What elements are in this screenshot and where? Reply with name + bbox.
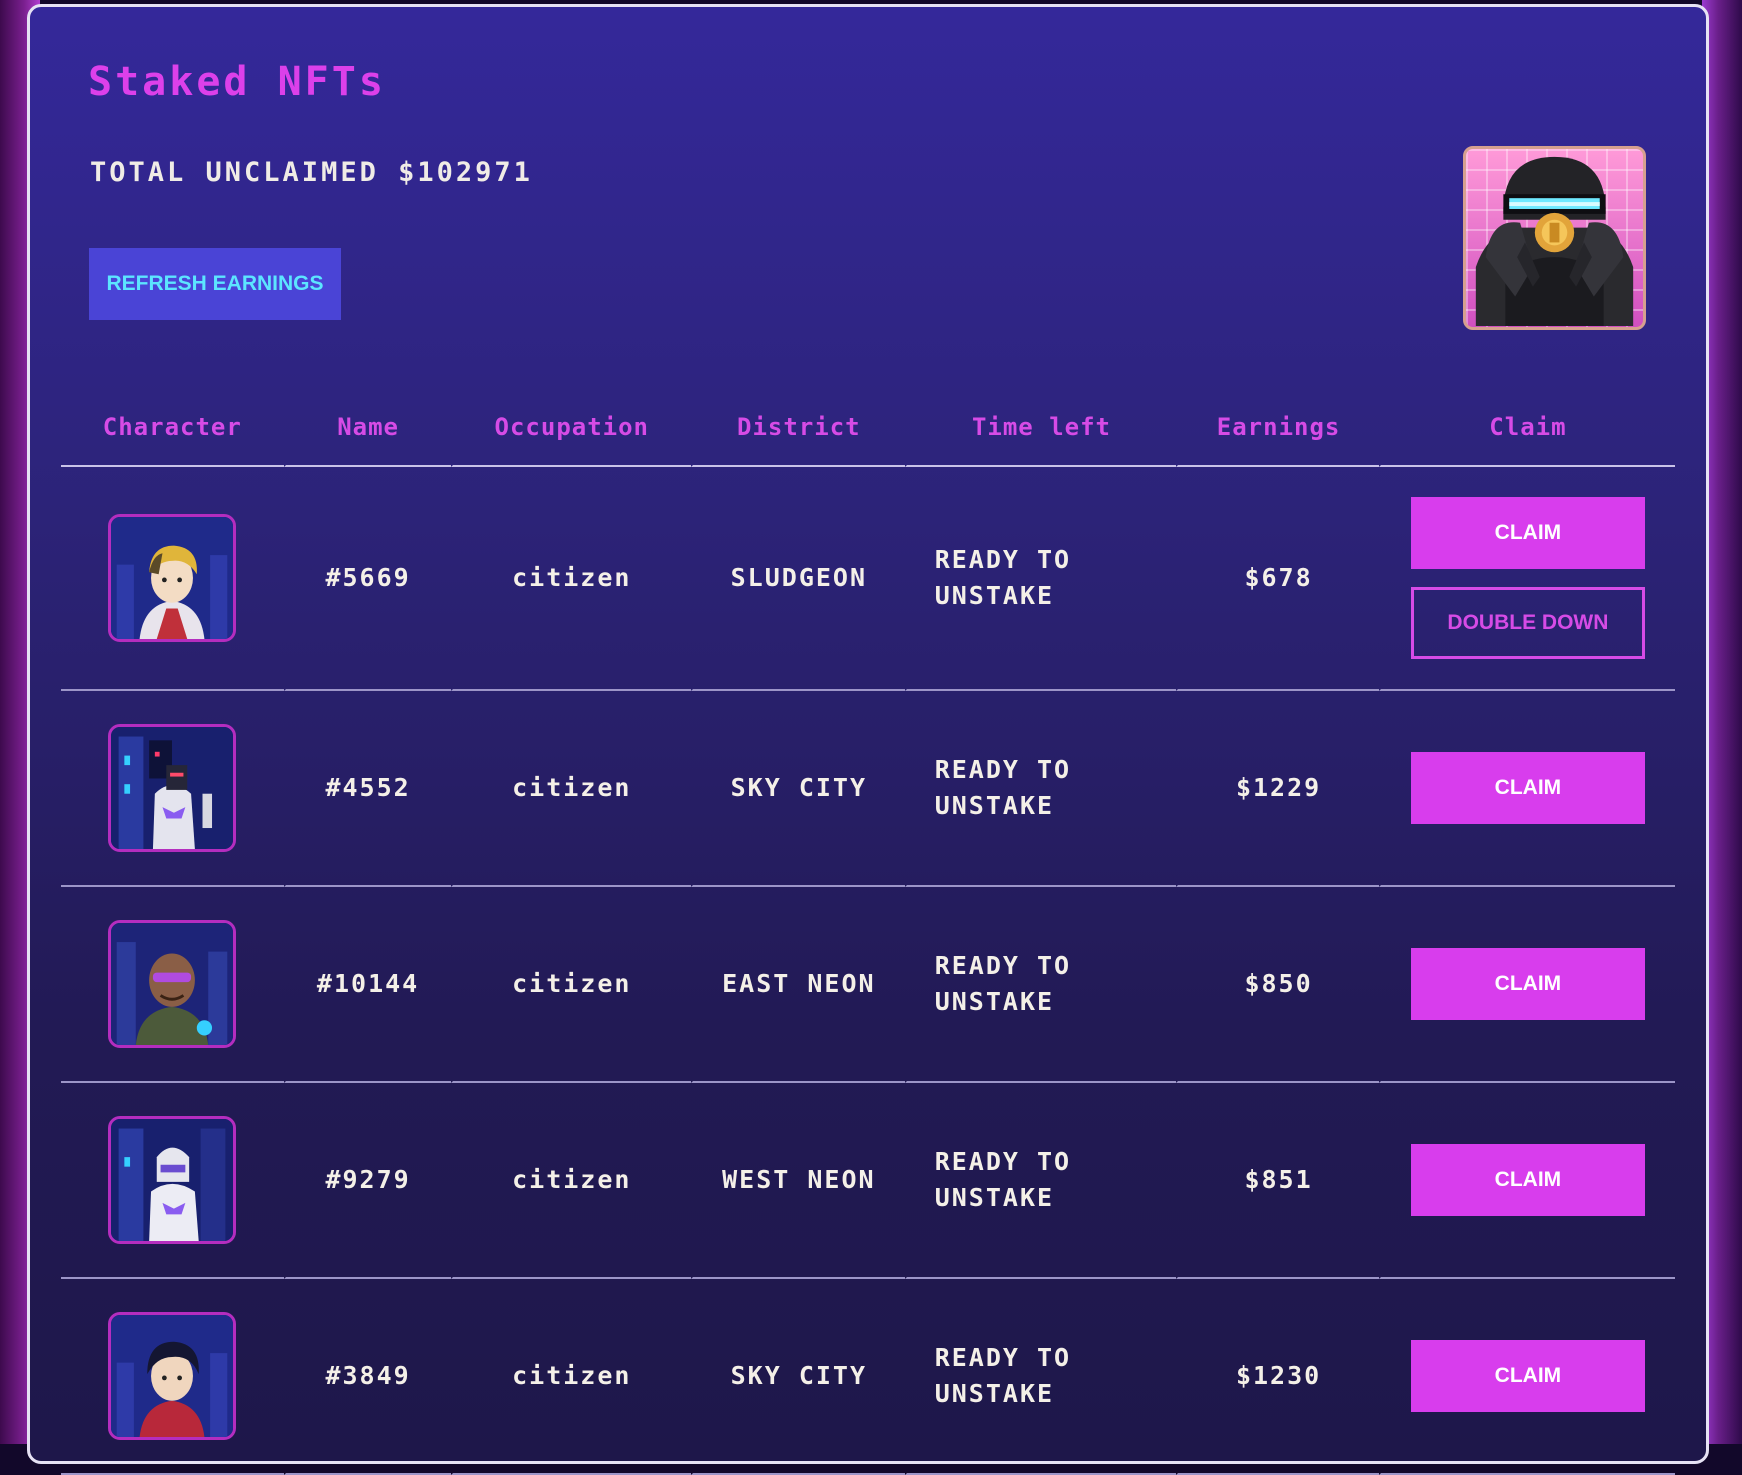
time-left-cell: READY TO UNSTAKE — [904, 691, 1177, 887]
district-cell: WEST NEON — [690, 1083, 905, 1279]
time-left-cell: READY TO UNSTAKE — [904, 887, 1177, 1083]
district-cell: SKY CITY — [690, 691, 905, 887]
nft-name-cell: #3849 — [283, 1279, 451, 1475]
claim-button[interactable]: CLAIM — [1410, 1144, 1645, 1216]
district-cell: SKY CITY — [690, 1279, 905, 1475]
nft-name-cell: #9279 — [283, 1083, 451, 1279]
earnings-cell: $1230 — [1176, 1279, 1379, 1475]
earnings-cell: $1229 — [1176, 691, 1379, 887]
avatar[interactable] — [108, 514, 237, 642]
table-header-row: Character Name Occupation District Time … — [61, 389, 1675, 467]
district-cell: SLUDGEON — [690, 467, 905, 691]
character-portrait-icon — [111, 1119, 234, 1241]
header-earnings: Earnings — [1176, 389, 1379, 467]
time-left-cell: READY TO UNSTAKE — [904, 1279, 1177, 1475]
profile-character-image — [1463, 146, 1646, 330]
occupation-cell: citizen — [450, 1279, 691, 1475]
character-portrait-icon — [111, 1315, 234, 1437]
earnings-cell: $850 — [1176, 887, 1379, 1083]
occupation-cell: citizen — [450, 691, 691, 887]
claim-cell: CLAIM — [1378, 691, 1675, 887]
total-unclaimed-text: TOTAL UNCLAIMED $102971 — [90, 157, 533, 188]
staked-nfts-table: Character Name Occupation District Time … — [61, 389, 1675, 1475]
character-cell — [61, 1279, 284, 1475]
character-cell — [61, 887, 284, 1083]
claim-cell: CLAIM — [1378, 887, 1675, 1083]
earnings-cell: $851 — [1176, 1083, 1379, 1279]
table-row: #10144 citizen EAST NEON READY TO UNSTAK… — [61, 887, 1675, 1083]
table-row: #5669 citizen SLUDGEON READY TO UNSTAKE … — [61, 467, 1675, 691]
time-left-cell: READY TO UNSTAKE — [904, 1083, 1177, 1279]
occupation-cell: citizen — [450, 467, 691, 691]
header-time-left: Time left — [904, 389, 1177, 467]
refresh-earnings-button[interactable]: REFRESH EARNINGS — [89, 248, 341, 320]
hero-character-icon — [1475, 156, 1634, 326]
claim-cell: CLAIM DOUBLE DOWN — [1378, 467, 1675, 691]
avatar[interactable] — [108, 920, 237, 1048]
header-occupation: Occupation — [450, 389, 691, 467]
header-claim: Claim — [1378, 389, 1675, 467]
claim-cell: CLAIM — [1378, 1279, 1675, 1475]
character-portrait-icon — [111, 923, 234, 1045]
claim-cell: CLAIM — [1378, 1083, 1675, 1279]
page-title: Staked NFTs — [88, 59, 386, 105]
character-cell — [61, 467, 284, 691]
character-portrait-icon — [111, 517, 234, 639]
occupation-cell: citizen — [450, 1083, 691, 1279]
table-row: #9279 citizen WEST NEON READY TO UNSTAKE… — [61, 1083, 1675, 1279]
occupation-cell: citizen — [450, 887, 691, 1083]
time-left-cell: READY TO UNSTAKE — [904, 467, 1177, 691]
avatar[interactable] — [108, 724, 237, 852]
claim-button[interactable]: CLAIM — [1410, 948, 1645, 1020]
district-cell: EAST NEON — [690, 887, 905, 1083]
avatar[interactable] — [108, 1312, 237, 1440]
earnings-cell: $678 — [1176, 467, 1379, 691]
table-row: #3849 citizen SKY CITY READY TO UNSTAKE … — [61, 1279, 1675, 1475]
character-portrait-icon — [111, 727, 234, 849]
nft-name-cell: #5669 — [283, 467, 451, 691]
claim-button[interactable]: CLAIM — [1410, 1340, 1645, 1412]
claim-button[interactable]: CLAIM — [1410, 752, 1645, 824]
header-district: District — [690, 389, 905, 467]
nft-name-cell: #4552 — [283, 691, 451, 887]
character-cell — [61, 691, 284, 887]
table-row: #4552 citizen SKY CITY READY TO UNSTAKE … — [61, 691, 1675, 887]
staked-nfts-panel: Staked NFTs TOTAL UNCLAIMED $102971 REFR… — [27, 4, 1709, 1475]
avatar[interactable] — [108, 1116, 237, 1244]
character-cell — [61, 1083, 284, 1279]
header-character: Character — [61, 389, 284, 467]
nft-name-cell: #10144 — [283, 887, 451, 1083]
header-name: Name — [283, 389, 451, 467]
claim-button[interactable]: CLAIM — [1410, 497, 1645, 569]
double-down-button[interactable]: DOUBLE DOWN — [1410, 587, 1645, 659]
